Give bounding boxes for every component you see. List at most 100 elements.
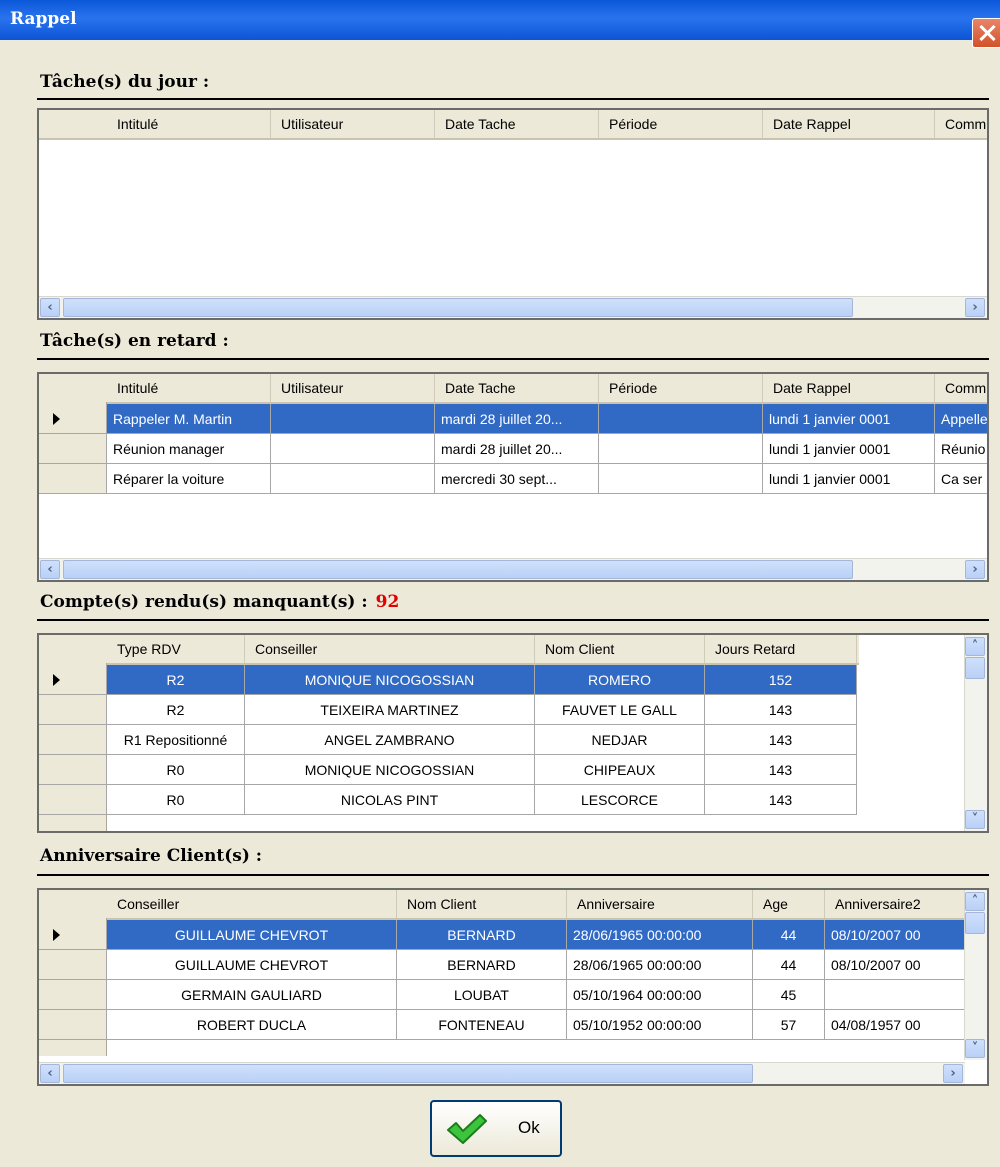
table-cell[interactable]: Réparer la voiture — [107, 464, 271, 494]
table-cell[interactable]: mercredi 30 sept... — [435, 464, 599, 494]
table-cell[interactable]: Rappeler M. Martin — [107, 404, 271, 434]
table-cell[interactable]: Ca ser — [935, 464, 987, 494]
scroll-up-icon[interactable]: ˄ — [965, 892, 985, 911]
column-header[interactable]: Comm — [935, 374, 987, 402]
scroll-thumb[interactable] — [63, 560, 853, 579]
table-cell[interactable]: TEIXEIRA MARTINEZ — [245, 695, 535, 725]
table-cell[interactable]: 05/10/1952 00:00:00 — [567, 1010, 753, 1040]
today-tasks-grid[interactable]: Intitulé Utilisateur Date Tache Période Date… — [37, 108, 989, 320]
table-cell[interactable]: 04/08/1957 00 — [825, 1010, 965, 1040]
horizontal-scrollbar[interactable]: ‹ › — [39, 296, 987, 318]
birthdays-grid[interactable]: Conseiller Nom Client Anniversaire Age Anniv… — [37, 888, 989, 1086]
row-selector[interactable] — [39, 980, 107, 1010]
table-cell[interactable]: ANGEL ZAMBRANO — [245, 725, 535, 755]
missing-reports-grid[interactable]: Type RDV Conseiller Nom Client Jours Retard… — [37, 633, 989, 833]
table-cell[interactable]: 143 — [705, 785, 857, 815]
scroll-down-icon[interactable]: ˅ — [965, 810, 985, 829]
row-selector[interactable] — [39, 665, 107, 695]
row-selector[interactable] — [39, 950, 107, 980]
table-cell[interactable]: 143 — [705, 755, 857, 785]
scroll-right-icon[interactable]: › — [943, 1064, 963, 1083]
table-cell[interactable]: ROBERT DUCLA — [107, 1010, 397, 1040]
table-cell[interactable]: 57 — [753, 1010, 825, 1040]
table-cell[interactable] — [271, 464, 435, 494]
horizontal-scrollbar[interactable]: ‹ › — [39, 558, 987, 580]
table-cell[interactable]: 05/10/1964 00:00:00 — [567, 980, 753, 1010]
column-header[interactable]: Anniversaire2 — [825, 890, 965, 918]
table-cell[interactable]: NICOLAS PINT — [245, 785, 535, 815]
table-cell[interactable]: FAUVET LE GALL — [535, 695, 705, 725]
table-cell[interactable]: lundi 1 janvier 0001 — [763, 404, 935, 434]
table-cell[interactable]: LOUBAT — [397, 980, 567, 1010]
column-header[interactable]: Période — [599, 110, 763, 138]
table-cell[interactable] — [825, 980, 965, 1010]
scroll-left-icon[interactable]: ‹ — [40, 1064, 60, 1083]
table-cell[interactable]: MONIQUE NICOGOSSIAN — [245, 665, 535, 695]
table-cell[interactable]: Réunio — [935, 434, 987, 464]
table-cell[interactable] — [599, 434, 763, 464]
table-cell[interactable]: ROMERO — [535, 665, 705, 695]
table-cell[interactable]: NEDJAR — [535, 725, 705, 755]
horizontal-scrollbar[interactable]: ‹ › — [39, 1062, 965, 1084]
table-cell[interactable]: 28/06/1965 00:00:00 — [567, 920, 753, 950]
table-cell[interactable]: lundi 1 janvier 0001 — [763, 464, 935, 494]
table-cell[interactable]: 44 — [753, 950, 825, 980]
scroll-thumb[interactable] — [965, 912, 985, 934]
column-header[interactable]: Type RDV — [107, 635, 245, 663]
row-selector[interactable] — [39, 725, 107, 755]
close-icon[interactable] — [972, 18, 1000, 48]
table-cell[interactable]: 44 — [753, 920, 825, 950]
row-selector[interactable] — [39, 464, 107, 494]
table-cell[interactable]: 143 — [705, 725, 857, 755]
table-cell[interactable]: R2 — [107, 695, 245, 725]
column-header[interactable]: Date Rappel — [763, 374, 935, 402]
table-cell[interactable]: GUILLAUME CHEVROT — [107, 920, 397, 950]
table-cell[interactable]: BERNARD — [397, 920, 567, 950]
table-cell[interactable]: lundi 1 janvier 0001 — [763, 434, 935, 464]
column-header[interactable]: Nom Client — [535, 635, 705, 663]
row-selector[interactable] — [39, 1010, 107, 1040]
scroll-thumb[interactable] — [63, 1064, 753, 1083]
column-header[interactable]: Utilisateur — [271, 374, 435, 402]
scroll-thumb[interactable] — [965, 657, 985, 679]
table-cell[interactable] — [271, 434, 435, 464]
table-cell[interactable]: 152 — [705, 665, 857, 695]
table-cell[interactable] — [599, 464, 763, 494]
ok-button[interactable]: Ok — [430, 1100, 562, 1157]
column-header[interactable]: Période — [599, 374, 763, 402]
table-cell[interactable]: 08/10/2007 00 — [825, 950, 965, 980]
column-header[interactable]: Intitulé — [107, 110, 271, 138]
table-cell[interactable]: Appelle — [935, 404, 987, 434]
vertical-scrollbar[interactable]: ˄ ˅ — [964, 635, 987, 831]
table-cell[interactable]: R0 — [107, 785, 245, 815]
table-cell[interactable]: BERNARD — [397, 950, 567, 980]
row-selector[interactable] — [39, 695, 107, 725]
column-header[interactable]: Anniversaire — [567, 890, 753, 918]
late-tasks-grid[interactable]: Intitulé Utilisateur Date Tache Période Date… — [37, 372, 989, 582]
column-header[interactable]: Age — [753, 890, 825, 918]
row-selector[interactable] — [39, 755, 107, 785]
column-header[interactable]: Nom Client — [397, 890, 567, 918]
table-cell[interactable]: CHIPEAUX — [535, 755, 705, 785]
row-selector[interactable] — [39, 404, 107, 434]
table-cell[interactable]: LESCORCE — [535, 785, 705, 815]
table-cell[interactable]: 45 — [753, 980, 825, 1010]
table-cell[interactable]: R0 — [107, 755, 245, 785]
column-header[interactable]: Conseiller — [245, 635, 535, 663]
table-cell[interactable] — [599, 404, 763, 434]
table-cell[interactable]: mardi 28 juillet 20... — [435, 404, 599, 434]
scroll-left-icon[interactable]: ‹ — [40, 298, 60, 317]
table-cell[interactable]: FONTENEAU — [397, 1010, 567, 1040]
table-cell[interactable]: Réunion manager — [107, 434, 271, 464]
table-cell[interactable] — [271, 404, 435, 434]
column-header[interactable]: Conseiller — [107, 890, 397, 918]
table-cell[interactable]: GUILLAUME CHEVROT — [107, 950, 397, 980]
scroll-down-icon[interactable]: ˅ — [965, 1039, 985, 1058]
column-header[interactable]: Intitulé — [107, 374, 271, 402]
column-header[interactable]: Date Tache — [435, 374, 599, 402]
column-header[interactable]: Date Rappel — [763, 110, 935, 138]
table-cell[interactable]: mardi 28 juillet 20... — [435, 434, 599, 464]
scroll-up-icon[interactable]: ˄ — [965, 637, 985, 656]
scroll-left-icon[interactable]: ‹ — [40, 560, 60, 579]
column-header[interactable]: Comm — [935, 110, 987, 138]
